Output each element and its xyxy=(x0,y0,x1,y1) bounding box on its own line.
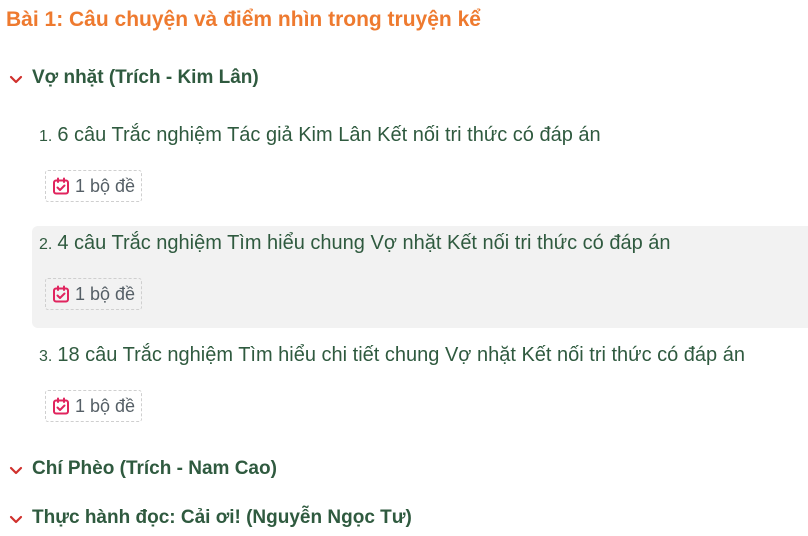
calendar-check-icon xyxy=(52,285,70,303)
section-header-cai-oi[interactable]: Thực hành đọc: Cải ơi! (Nguyễn Ngọc Tư) xyxy=(8,503,412,533)
badge-label: 1 bộ đề xyxy=(75,283,136,304)
calendar-check-icon xyxy=(52,397,70,415)
section-label: Vợ nhặt (Trích - Kim Lân) xyxy=(32,67,259,88)
exam-set-badge[interactable]: 1 bộ đề xyxy=(45,278,143,310)
badge-label: 1 bộ đề xyxy=(75,175,136,196)
chevron-down-icon xyxy=(8,72,24,84)
quiz-item: 2. 4 câu Trắc nghiệm Tìm hiểu chung Vợ n… xyxy=(32,226,808,328)
section-header-vo-nhat[interactable]: Vợ nhặt (Trích - Kim Lân) xyxy=(8,63,259,93)
exam-set-badge[interactable]: 1 bộ đề xyxy=(45,170,143,202)
lesson-title: Bài 1: Câu chuyện và điểm nhìn trong tru… xyxy=(6,8,481,31)
quiz-link[interactable]: 6 câu Trắc nghiệm Tác giả Kim Lân Kết nố… xyxy=(57,124,600,147)
item-number: 3. xyxy=(39,348,53,365)
quiz-link[interactable]: 18 câu Trắc nghiệm Tìm hiểu chi tiết chu… xyxy=(57,344,745,367)
section-label: Thực hành đọc: Cải ơi! (Nguyễn Ngọc Tư) xyxy=(32,507,412,528)
badge-label: 1 bộ đề xyxy=(75,395,136,416)
section-header-chi-pheo[interactable]: Chí Phèo (Trích - Nam Cao) xyxy=(8,454,277,484)
section-label: Chí Phèo (Trích - Nam Cao) xyxy=(32,458,277,479)
calendar-check-icon xyxy=(52,177,70,195)
chevron-down-icon xyxy=(8,512,24,524)
quiz-link[interactable]: 4 câu Trắc nghiệm Tìm hiểu chung Vợ nhặt… xyxy=(57,232,670,255)
item-number: 1. xyxy=(39,128,53,145)
chevron-down-icon xyxy=(8,463,24,475)
quiz-item: 3. 18 câu Trắc nghiệm Tìm hiểu chi tiết … xyxy=(32,338,808,440)
exam-set-badge[interactable]: 1 bộ đề xyxy=(45,390,143,422)
item-number: 2. xyxy=(39,236,53,253)
quiz-item: 1. 6 câu Trắc nghiệm Tác giả Kim Lân Kết… xyxy=(32,118,808,220)
